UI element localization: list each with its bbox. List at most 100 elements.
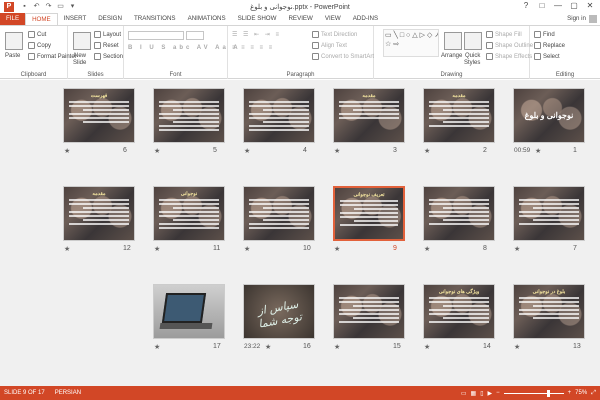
arrange-icon[interactable] (444, 32, 462, 50)
animation-star-icon[interactable]: ★ (244, 245, 250, 253)
ribbon-display-icon[interactable]: □ (534, 0, 550, 12)
layout-button[interactable]: Layout (94, 31, 121, 38)
animation-star-icon[interactable]: ★ (334, 343, 340, 351)
text-direction-button[interactable]: Text Direction (312, 31, 357, 38)
animation-star-icon[interactable]: ★ (154, 147, 160, 155)
help-icon[interactable]: ? (518, 0, 534, 12)
arrange-button[interactable]: Arrange (441, 53, 462, 59)
zoom-slider-thumb[interactable] (546, 389, 550, 397)
convert-smartart-button[interactable]: Convert to SmartArt (312, 53, 374, 60)
animation-star-icon[interactable]: ★ (424, 147, 430, 155)
text-line (249, 199, 309, 201)
normal-view-icon[interactable]: ▭ (461, 390, 467, 397)
dropdown-icon[interactable]: ▾ (68, 3, 77, 11)
close-icon[interactable]: ✕ (582, 0, 598, 12)
slide-thumbnail-8[interactable] (423, 186, 495, 241)
tab-transitions[interactable]: TRANSITIONS (128, 13, 182, 25)
undo-icon[interactable]: ↶ (32, 3, 41, 11)
tab-insert[interactable]: INSERT (58, 13, 93, 25)
shapes-gallery[interactable]: ▭╲□○△▷◇↗↘⌒{}☆⇨ (383, 29, 439, 57)
replace-button[interactable]: Replace (534, 42, 565, 49)
reading-view-icon[interactable]: ▯ (480, 390, 483, 397)
shape-fill-button[interactable]: Shape Fill (486, 31, 522, 38)
avatar[interactable] (589, 15, 597, 23)
cut-button[interactable]: Cut (28, 31, 46, 38)
paste-icon[interactable] (5, 32, 23, 50)
align-buttons[interactable]: ≡ ≡ ≡ ≡ ≡ (232, 45, 274, 51)
laptop-base-image (159, 323, 213, 329)
slide-thumbnail-14[interactable]: ویژگی های نوجوانی (423, 284, 495, 339)
shape-effects-button[interactable]: Shape Effects (486, 53, 532, 60)
animation-star-icon[interactable]: ★ (535, 147, 541, 155)
sign-in-link[interactable]: Sign in (567, 13, 586, 25)
quick-styles-button-line2[interactable]: Styles (464, 60, 480, 66)
present-icon[interactable]: ▭ (56, 3, 65, 11)
slide-thumbnail-11[interactable]: نوجوانی (153, 186, 225, 241)
font-name-box[interactable] (128, 31, 184, 40)
tab-view[interactable]: VIEW (319, 13, 347, 25)
animation-star-icon[interactable]: ★ (64, 245, 70, 253)
paste-button[interactable]: Paste (5, 53, 20, 59)
copy-button[interactable]: Copy (28, 42, 51, 49)
slide-thumbnail-16[interactable]: سپاس از توجه شما (243, 284, 315, 339)
slide-thumbnail-6[interactable]: فهرست (63, 88, 135, 143)
minimize-icon[interactable]: — (550, 0, 566, 12)
animation-star-icon[interactable]: ★ (154, 245, 160, 253)
section-button[interactable]: Section (94, 53, 123, 60)
tab-slide-show[interactable]: SLIDE SHOW (232, 13, 283, 25)
zoom-in-icon[interactable]: + (568, 390, 572, 396)
zoom-out-icon[interactable]: − (496, 390, 500, 396)
tab-home[interactable]: HOME (25, 13, 58, 25)
slide-thumbnail-17[interactable] (153, 284, 225, 339)
save-icon[interactable]: ▪ (20, 3, 29, 11)
animation-star-icon[interactable]: ★ (154, 343, 160, 351)
slide-thumbnail-9[interactable]: تعریف نوجوانی (333, 186, 405, 241)
animation-star-icon[interactable]: ★ (424, 245, 430, 253)
tab-animations[interactable]: ANIMATIONS (182, 13, 232, 25)
slide-thumbnail-3[interactable]: مقدمه (333, 88, 405, 143)
powerpoint-app-icon[interactable]: P (4, 1, 14, 12)
slide-thumbnail-12[interactable]: مقدمه (63, 186, 135, 241)
slide-thumbnail-10[interactable] (243, 186, 315, 241)
restore-icon[interactable]: ▢ (566, 0, 582, 12)
zoom-slider[interactable] (503, 389, 564, 397)
slide-thumbnail-1[interactable]: نوجوانی و بلوغ (513, 88, 585, 143)
tab-add-ins[interactable]: ADD-INS (347, 13, 384, 25)
new-slide-icon[interactable] (73, 32, 91, 50)
slide-sorter-view-icon[interactable]: ▦ (471, 390, 477, 397)
slideshow-view-icon[interactable]: ▶ (488, 390, 493, 397)
animation-star-icon[interactable]: ★ (244, 147, 250, 155)
shape-outline-button[interactable]: Shape Outline (486, 42, 533, 49)
font-format-buttons[interactable]: B I U S abc AV Aa A (128, 45, 241, 51)
animation-star-icon[interactable]: ★ (334, 147, 340, 155)
align-text-button[interactable]: Align Text (312, 42, 347, 49)
zoom-level[interactable]: 75% (575, 390, 587, 396)
list-buttons[interactable]: ☰ ☰ ⇤ ⇥ ≡ (232, 31, 281, 38)
quick-styles-button[interactable]: Quick (465, 53, 480, 59)
quick-styles-icon[interactable] (464, 32, 482, 50)
redo-icon[interactable]: ↷ (44, 3, 53, 11)
font-size-box[interactable] (186, 31, 204, 40)
slide-thumbnail-15[interactable] (333, 284, 405, 339)
animation-star-icon[interactable]: ★ (265, 343, 271, 351)
select-button[interactable]: Select (534, 53, 560, 60)
slide-thumbnail-2[interactable]: مقدمه (423, 88, 495, 143)
reset-button[interactable]: Reset (94, 42, 119, 49)
fit-to-window-icon[interactable]: ⤢ (591, 390, 596, 397)
slide-thumbnail-5[interactable] (153, 88, 225, 143)
tab-file[interactable]: FILE (0, 13, 26, 25)
tab-design[interactable]: DESIGN (92, 13, 128, 25)
animation-star-icon[interactable]: ★ (334, 245, 340, 253)
animation-star-icon[interactable]: ★ (64, 147, 70, 155)
animation-star-icon[interactable]: ★ (424, 343, 430, 351)
slide-thumbnail-4[interactable] (243, 88, 315, 143)
animation-star-icon[interactable]: ★ (514, 343, 520, 351)
language-status[interactable]: PERSIAN (55, 390, 81, 396)
slide-thumbnail-7[interactable] (513, 186, 585, 241)
new-slide-button-line2[interactable]: Slide (73, 60, 86, 66)
new-slide-button[interactable]: New (74, 53, 86, 59)
animation-star-icon[interactable]: ★ (514, 245, 520, 253)
slide-thumbnail-13[interactable]: بلوغ در نوجوانی (513, 284, 585, 339)
tab-review[interactable]: REVIEW (282, 13, 318, 25)
find-button[interactable]: Find (534, 31, 555, 38)
